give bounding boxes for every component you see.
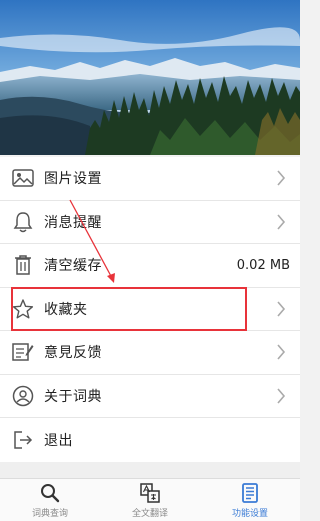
- settings-screen: 图片设置 消息提醒 清空缓存 0.02 MB 收藏夹 意見反馈 关于词典 退出 …: [0, 0, 300, 521]
- tab-label: 功能设置: [231, 509, 268, 519]
- image-icon: [11, 166, 35, 190]
- book-icon: [240, 483, 260, 503]
- bell-icon: [11, 210, 35, 234]
- menu-item-label: 意見反馈: [44, 345, 102, 362]
- search-icon: [40, 483, 60, 503]
- header-landscape-image: [0, 0, 300, 155]
- tab-label: 词典查询: [31, 509, 68, 519]
- menu-item-clear-cache[interactable]: 清空缓存 0.02 MB: [0, 244, 300, 288]
- menu-item-label: 退出: [44, 432, 73, 449]
- menu-item-about[interactable]: 关于词典: [0, 374, 300, 418]
- feedback-icon: [11, 340, 35, 364]
- menu-item-feedback[interactable]: 意見反馈: [0, 331, 300, 375]
- logout-icon: [11, 428, 35, 452]
- menu-item-label: 消息提醒: [44, 214, 102, 231]
- menu-item-logout[interactable]: 退出: [0, 418, 300, 462]
- tab-full-text-translate[interactable]: 全文翻译: [100, 479, 200, 521]
- menu-item-label: 关于词典: [44, 388, 102, 405]
- section-divider: [0, 462, 300, 478]
- trash-icon: [11, 253, 35, 277]
- translate-icon: [140, 483, 160, 503]
- cache-size-value: 0.02 MB: [236, 257, 290, 273]
- chevron-right-icon: [277, 388, 286, 404]
- annotation-highlight-box: [11, 287, 247, 331]
- menu-item-notifications[interactable]: 消息提醒: [0, 200, 300, 244]
- tab-dictionary-search[interactable]: 词典查询: [0, 479, 100, 521]
- bottom-tab-bar: 词典查询 全文翻译 功能设置: [0, 478, 300, 521]
- tab-settings[interactable]: 功能设置: [200, 479, 300, 521]
- user-circle-icon: [11, 384, 35, 408]
- chevron-right-icon: [277, 214, 286, 230]
- chevron-right-icon: [277, 301, 286, 317]
- chevron-right-icon: [277, 170, 286, 186]
- menu-item-image-settings[interactable]: 图片设置: [0, 157, 300, 201]
- menu-item-label: 清空缓存: [44, 258, 102, 275]
- chevron-right-icon: [277, 344, 286, 360]
- tab-label: 全文翻译: [131, 509, 168, 519]
- menu-item-label: 图片设置: [44, 171, 102, 188]
